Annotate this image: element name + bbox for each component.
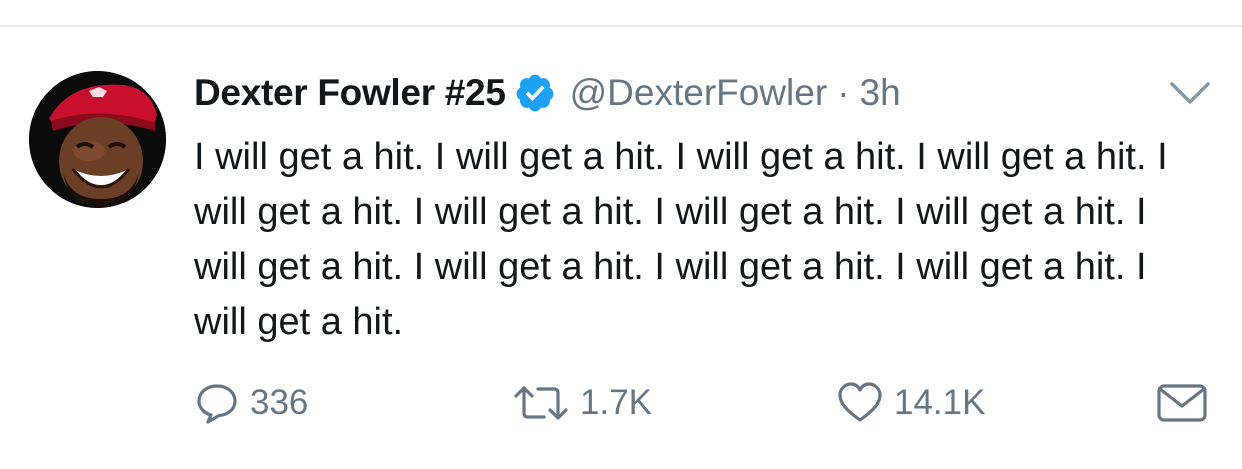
avatar[interactable] <box>29 71 166 208</box>
top-divider <box>0 25 1242 27</box>
avatar-photo <box>29 71 166 208</box>
separator-dot: · <box>837 72 850 113</box>
retweet-arrows-icon <box>512 380 570 426</box>
heart-icon <box>836 380 884 426</box>
reply-count: 336 <box>250 383 309 422</box>
speech-bubble-icon <box>194 380 240 426</box>
verified-badge-icon <box>514 72 556 114</box>
retweet-button[interactable]: 1.7K <box>512 375 652 431</box>
chevron-down-icon[interactable] <box>1168 78 1212 108</box>
timestamp[interactable]: 3h <box>860 72 901 114</box>
handle[interactable]: @DexterFowler <box>570 72 828 114</box>
tweet-text: I will get a hit. I will get a hit. I wi… <box>194 136 1168 343</box>
tweet-header: Dexter Fowler #25 @DexterFowler · 3h <box>194 66 901 120</box>
display-name[interactable]: Dexter Fowler #25 <box>194 72 506 114</box>
action-bar: 336 1.7K 14.1K <box>0 375 1242 431</box>
share-button[interactable] <box>1154 375 1210 431</box>
envelope-icon <box>1154 380 1210 426</box>
retweet-count: 1.7K <box>580 383 652 422</box>
like-button[interactable]: 14.1K <box>836 375 985 431</box>
like-count: 14.1K <box>894 383 986 422</box>
reply-button[interactable]: 336 <box>194 375 308 431</box>
